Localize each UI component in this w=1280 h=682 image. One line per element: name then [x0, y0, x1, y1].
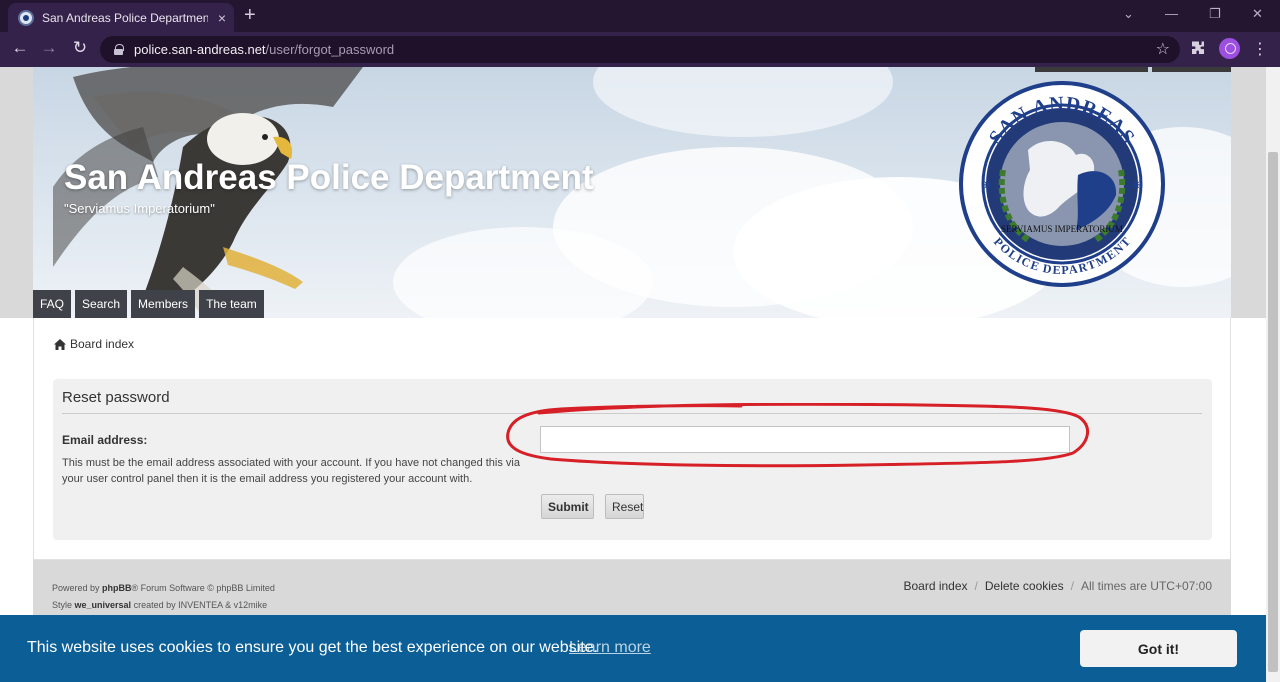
footer-credits: Powered by phpBB® Forum Software © phpBB…: [52, 580, 275, 614]
web-page: San Andreas Police Department "Serviamus…: [0, 67, 1266, 682]
address-bar[interactable]: police.san-andreas.net/user/forgot_passw…: [100, 36, 1180, 63]
lock-icon[interactable]: [114, 44, 124, 55]
seal-motto: SERVIAMUS IMPERATORIUM: [1001, 224, 1123, 234]
nav-search[interactable]: Search: [75, 290, 128, 318]
style-prefix: Style: [52, 600, 73, 610]
top-link-bar: [1152, 67, 1231, 72]
tab-title: San Andreas Police Department -: [42, 10, 208, 25]
learn-more-link[interactable]: Learn more: [569, 639, 651, 657]
url-host: police.san-andreas.net: [134, 42, 266, 57]
svg-text:✷: ✷: [1130, 177, 1142, 193]
profile-avatar-icon[interactable]: [1219, 38, 1240, 59]
style-suffix: created by INVENTEA & v12mike: [133, 600, 268, 610]
browser-menu-icon[interactable]: ⋮: [1252, 39, 1268, 59]
footer-links: Board index / Delete cookies / All times…: [903, 579, 1212, 593]
phpbb-link[interactable]: phpBB: [102, 583, 132, 593]
top-link-bar: [1035, 67, 1148, 72]
cookie-message: This website uses cookies to ensure you …: [27, 639, 598, 656]
breadcrumb[interactable]: Board index: [54, 337, 134, 351]
footer-board-index-link[interactable]: Board index: [903, 579, 967, 593]
footer-separator: /: [1070, 579, 1074, 593]
forward-icon[interactable]: →: [38, 38, 60, 58]
site-favicon-icon: [18, 9, 34, 26]
scrollbar-thumb[interactable]: [1268, 152, 1278, 672]
close-window-icon[interactable]: ✕: [1252, 6, 1263, 22]
site-footer: Powered by phpBB® Forum Software © phpBB…: [33, 560, 1231, 615]
cloud-shape: [593, 67, 893, 137]
red-annotation-ring: [506, 403, 1089, 468]
powered-suffix: ® Forum Software © phpBB Limited: [131, 583, 275, 593]
reset-password-panel: Reset password Email address: This must …: [53, 379, 1212, 540]
email-label: Email address:: [62, 433, 148, 447]
browser-tab-bar: San Andreas Police Department - × + ⌄ — …: [0, 0, 1280, 32]
submit-button[interactable]: Submit: [541, 494, 594, 519]
site-header: San Andreas Police Department "Serviamus…: [33, 67, 1231, 318]
email-explanation: This must be the email address associate…: [62, 457, 520, 485]
footer-separator: /: [974, 579, 978, 593]
powered-by-line: Powered by phpBB® Forum Software © phpBB…: [52, 580, 275, 597]
extensions-puzzle-icon[interactable]: [1190, 40, 1206, 56]
svg-text:✷: ✷: [982, 177, 994, 193]
cookie-consent-bar: This website uses cookies to ensure you …: [0, 615, 1266, 682]
reload-icon[interactable]: ↻: [69, 38, 91, 58]
page-scrollbar[interactable]: [1266, 67, 1280, 682]
browser-toolbar: ← → ↻ police.san-andreas.net/user/forgot…: [0, 32, 1280, 67]
breadcrumb-board-index[interactable]: Board index: [70, 337, 134, 351]
url-text[interactable]: police.san-andreas.net/user/forgot_passw…: [134, 42, 394, 57]
reset-button[interactable]: Reset: [605, 494, 644, 519]
powered-prefix: Powered by: [52, 583, 100, 593]
site-description: "Serviamus Imperatorium": [64, 201, 215, 216]
nav-faq[interactable]: FAQ: [33, 290, 72, 318]
back-icon[interactable]: ←: [9, 38, 31, 58]
delete-cookies-link[interactable]: Delete cookies: [985, 579, 1064, 593]
minimize-icon[interactable]: —: [1165, 6, 1178, 21]
style-name: we_universal: [74, 600, 132, 610]
main-nav: FAQ Search Members The team: [33, 290, 264, 318]
got-it-button[interactable]: Got it!: [1080, 630, 1237, 667]
style-line: Style we_universal created by INVENTEA &…: [52, 597, 275, 614]
browser-tab[interactable]: San Andreas Police Department - ×: [8, 3, 234, 32]
bookmark-star-icon[interactable]: ☆: [1156, 39, 1170, 59]
maximize-icon[interactable]: ❐: [1209, 6, 1221, 22]
new-tab-icon[interactable]: +: [244, 5, 256, 25]
site-title[interactable]: San Andreas Police Department: [64, 158, 594, 198]
home-icon: [54, 338, 66, 350]
timezone-text: All times are UTC+07:00: [1080, 579, 1212, 593]
nav-members[interactable]: Members: [131, 290, 196, 318]
close-tab-icon[interactable]: ×: [218, 10, 226, 26]
tab-search-icon[interactable]: ⌄: [1123, 6, 1134, 22]
panel-title: Reset password: [62, 389, 170, 406]
url-path: /user/forgot_password: [265, 42, 395, 57]
sapd-seal-logo[interactable]: ✷ ✷ SAN ANDREAS POLICE DEPARTMENT SERVIA…: [958, 80, 1166, 288]
page-content: Board index Reset password Email address…: [33, 318, 1231, 560]
nav-the-team[interactable]: The team: [199, 290, 264, 318]
